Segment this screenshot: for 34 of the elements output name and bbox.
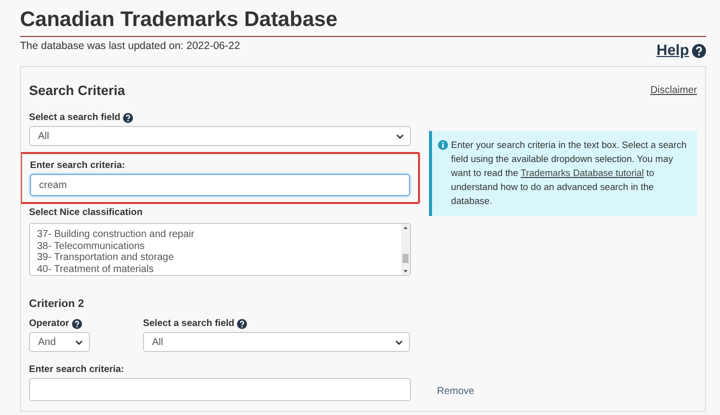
page-title: Canadian Trademarks Database <box>20 8 706 37</box>
section-heading: Criterion 2 <box>29 298 86 310</box>
classification-option[interactable]: 39- Transportation and storage <box>37 252 401 264</box>
help-icon[interactable] <box>237 318 248 328</box>
field-label: Select a search field <box>143 318 234 329</box>
caret-icon <box>75 340 83 344</box>
field-label: Enter search criteria: <box>29 364 124 375</box>
classification-option[interactable]: 37- Building construction and repair <box>37 229 401 240</box>
help-icon[interactable] <box>123 112 134 122</box>
help-link[interactable]: Help <box>656 42 689 59</box>
field-label: Enter search criteria: <box>30 160 126 171</box>
remove-link[interactable]: Remove <box>437 386 474 401</box>
tutorial-link[interactable]: Trademarks Database tutorial <box>520 167 644 178</box>
operator-select[interactable]: And <box>29 332 90 352</box>
last-updated-text: The database was last updated on: 2022-06-22 <box>20 40 240 52</box>
classification-option[interactable]: 38- Telecommunications <box>37 240 401 252</box>
search-field-select[interactable]: All <box>143 332 410 352</box>
field-label: Operator <box>29 318 70 329</box>
info-icon <box>438 140 448 150</box>
field-label: Select a search field <box>29 112 120 123</box>
search-input-field[interactable]: cream <box>30 174 410 196</box>
help-icon[interactable] <box>692 44 706 58</box>
field-label: Select Nice classification <box>29 207 143 218</box>
scrollbar-icon[interactable] <box>401 224 410 275</box>
info-text: Enter your search criteria in the text box. Select a search field using the available dropdown selection. You may want to read the Trademarks Database tutorial to understand how to do an advanced search in the database. <box>451 138 687 208</box>
section-heading: Search Criteria <box>29 83 126 98</box>
caret-icon <box>395 340 403 344</box>
search-field-select[interactable]: All <box>29 126 411 146</box>
caret-icon <box>396 134 404 138</box>
classification-listbox[interactable]: 37- Building construction and repair 38- Telecommunications 39- Transportation and storage 40- Treatment of materials <box>29 223 411 276</box>
disclaimer-link[interactable]: Disclaimer <box>650 85 697 96</box>
classification-option[interactable]: 40- Treatment of materials <box>37 264 401 275</box>
search-input-field[interactable] <box>29 378 411 401</box>
help-icon[interactable] <box>72 318 82 328</box>
